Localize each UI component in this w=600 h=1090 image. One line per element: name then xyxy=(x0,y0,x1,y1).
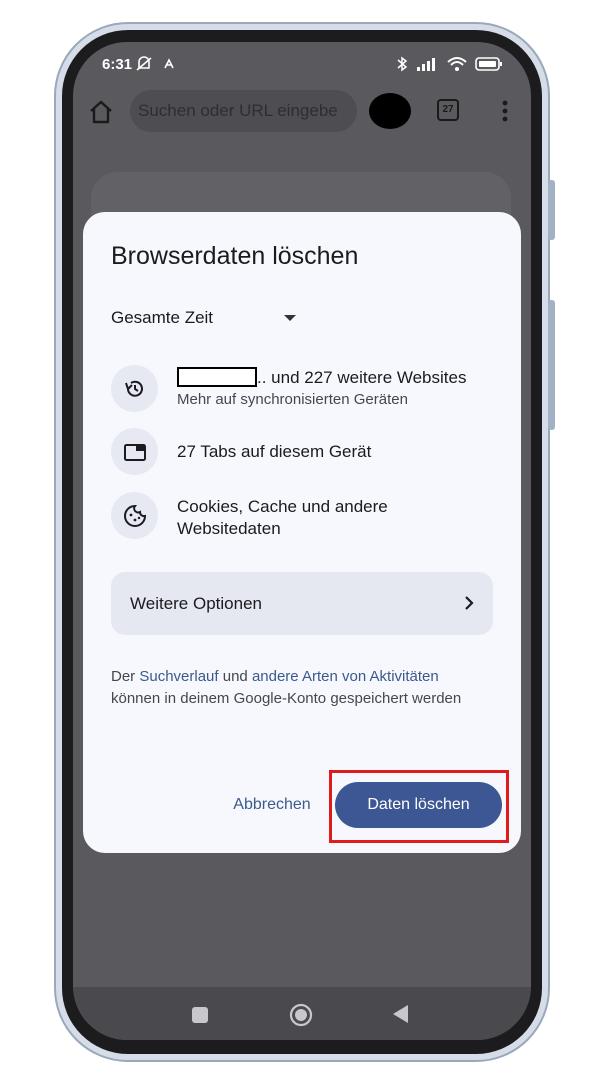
tab-switcher-button[interactable]: 27 xyxy=(437,99,459,121)
info-text: Der Suchverlauf und andere Arten von Akt… xyxy=(111,666,491,710)
mute-icon xyxy=(136,56,152,71)
time-range-dropdown[interactable]: Gesamte Zeit xyxy=(111,308,311,332)
time-range-label: Gesamte Zeit xyxy=(111,308,214,327)
tab-icon-wrap xyxy=(111,428,158,475)
cancel-button[interactable]: Abbrechen xyxy=(223,796,321,818)
info-part2: und xyxy=(218,668,252,685)
back-icon[interactable] xyxy=(393,1005,408,1023)
url-bar[interactable]: Suchen oder URL eingebe xyxy=(130,90,357,132)
other-activity-link[interactable]: andere Arten von Aktivitäten xyxy=(252,668,439,685)
clear-data-dialog: Browserdaten löschen Gesamte Zeit .. und… xyxy=(83,212,521,853)
history-subtext: Mehr auf synchronisierten Geräten xyxy=(177,391,408,408)
bluetooth-icon xyxy=(397,56,407,72)
status-time: 6:31 xyxy=(102,56,133,73)
nav-home-icon[interactable] xyxy=(289,1003,313,1027)
signal-icon xyxy=(417,58,436,71)
redacted-site xyxy=(177,367,257,387)
history-icon-wrap xyxy=(111,365,158,412)
status-right-icons xyxy=(396,56,503,77)
dialog-title: Browserdaten löschen xyxy=(111,242,359,270)
avatar[interactable] xyxy=(369,93,411,129)
history-text-suffix: .. und 227 weitere Websites xyxy=(257,368,467,387)
cookie-icon xyxy=(124,504,147,527)
chevron-right-icon xyxy=(465,596,474,610)
search-history-link[interactable]: Suchverlauf xyxy=(139,668,218,685)
url-bar-placeholder: Suchen oder URL eingebe xyxy=(138,101,338,120)
home-icon[interactable] xyxy=(87,98,115,126)
status-left-icons xyxy=(135,56,177,77)
volume-button xyxy=(548,180,555,240)
power-button xyxy=(548,300,555,430)
info-part3: können in deinem Google-Konto gespeicher… xyxy=(111,690,462,707)
android-nav-bar xyxy=(73,987,531,1040)
tab-icon xyxy=(124,444,146,461)
recents-icon[interactable] xyxy=(192,1007,208,1023)
cookie-icon-wrap xyxy=(111,492,158,539)
highlight-box xyxy=(329,770,509,843)
dropdown-caret-icon xyxy=(284,315,296,321)
tabs-item: 27 Tabs auf diesem Gerät xyxy=(111,428,511,475)
browser-toolbar: Suchen oder URL eingebe 27 xyxy=(73,88,531,136)
auto-icon xyxy=(164,58,175,69)
history-item: .. und 227 weitere Websites Mehr auf syn… xyxy=(111,364,511,414)
tabs-text: 27 Tabs auf diesem Gerät xyxy=(177,442,372,461)
cookies-item: Cookies, Cache und andere Websitedaten xyxy=(111,492,511,539)
more-options-label: Weitere Optionen xyxy=(130,594,262,613)
history-icon xyxy=(125,380,143,397)
more-options-button[interactable]: Weitere Optionen xyxy=(111,572,493,635)
history-text: .. und 227 weitere Websites Mehr auf syn… xyxy=(177,367,466,411)
cookies-text: Cookies, Cache und andere Websitedaten xyxy=(177,497,388,538)
battery-icon xyxy=(475,57,502,71)
phone-screen: 6:31 Suchen oder URL eingebe 27 Browserd… xyxy=(73,42,531,1040)
wifi-icon xyxy=(446,57,467,71)
status-bar: 6:31 xyxy=(73,42,531,86)
info-part1: Der xyxy=(111,668,140,685)
more-vert-icon[interactable] xyxy=(493,96,517,126)
